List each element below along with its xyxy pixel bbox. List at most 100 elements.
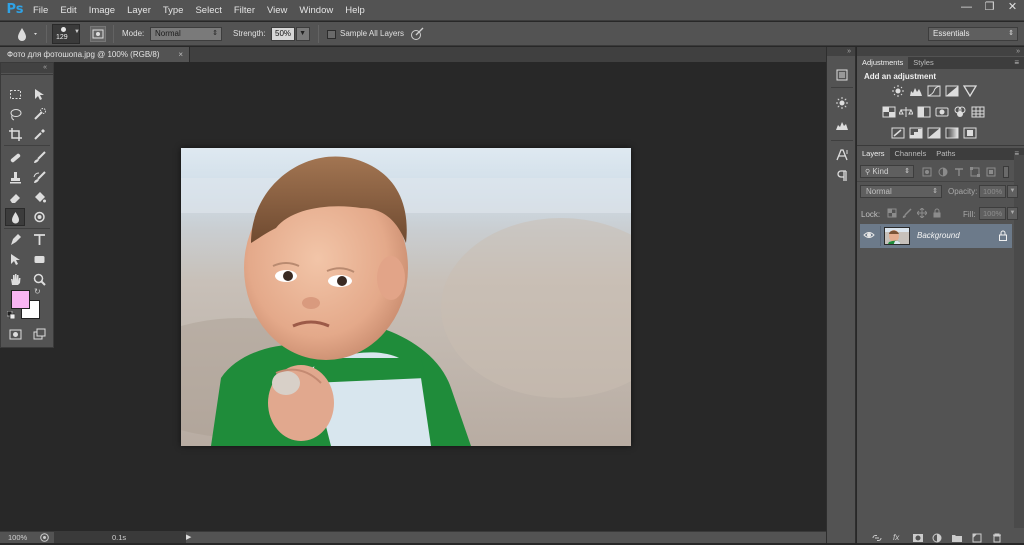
kind-filter-select[interactable]: ⚲ Kind ⇕ (860, 165, 914, 178)
brush-panel-toggle-icon[interactable] (90, 26, 106, 42)
menu-edit[interactable]: Edit (54, 0, 82, 21)
dodge-tool-icon[interactable] (29, 208, 49, 226)
lasso-tool-icon[interactable] (5, 105, 25, 123)
minimize-icon[interactable]: — (955, 0, 978, 15)
sample-all-layers-checkbox[interactable] (327, 30, 336, 39)
brush-preset-picker[interactable]: 129 ▼ (52, 24, 80, 44)
layer-row[interactable]: Background (860, 224, 1012, 248)
posterize-icon[interactable] (909, 127, 923, 139)
document-image[interactable] (181, 148, 631, 446)
rectangle-tool-icon[interactable] (29, 250, 49, 268)
add-mask-icon[interactable] (912, 533, 924, 543)
blend-mode-select[interactable]: Normal ⇕ (860, 185, 942, 198)
channel-mixer-icon[interactable] (953, 106, 967, 118)
link-layers-icon[interactable] (871, 533, 883, 543)
brightness-icon[interactable] (834, 95, 850, 111)
expand-dock-icon[interactable]: » (827, 47, 855, 56)
tool-preset-picker[interactable] (10, 26, 40, 42)
adjustment-layer-filter-icon[interactable] (938, 167, 948, 177)
character-panel-icon[interactable] (834, 147, 850, 163)
swap-colors-icon[interactable]: ↻ (34, 287, 41, 296)
pixel-layer-filter-icon[interactable] (922, 167, 932, 177)
close-window-icon[interactable]: ✕ (1001, 0, 1024, 15)
vibrance-icon[interactable] (962, 85, 978, 98)
smart-object-filter-icon[interactable] (986, 167, 996, 177)
fill-input[interactable]: 100% (979, 207, 1006, 220)
blur-tool-icon[interactable] (5, 208, 25, 226)
zoom-level[interactable]: 100% (8, 532, 27, 543)
color-lookup-icon[interactable] (971, 106, 985, 118)
hand-tool-icon[interactable] (5, 270, 25, 288)
opacity-input[interactable]: 100% (979, 185, 1006, 198)
menu-type[interactable]: Type (157, 0, 190, 21)
lock-transparent-icon[interactable] (887, 208, 897, 218)
fill-slider-toggle[interactable]: ▼ (1007, 207, 1018, 220)
menu-select[interactable]: Select (189, 0, 227, 21)
paragraph-panel-icon[interactable] (834, 168, 850, 184)
move-tool-icon[interactable] (29, 85, 49, 103)
crop-tool-icon[interactable] (5, 125, 25, 143)
selective-color-icon[interactable] (963, 127, 977, 139)
menu-help[interactable]: Help (339, 0, 371, 21)
tab-layers[interactable]: Layers (857, 148, 890, 160)
tab-adjustments[interactable]: Adjustments (857, 57, 909, 69)
path-selection-tool-icon[interactable] (5, 250, 25, 268)
eyedropper-tool-icon[interactable] (29, 125, 49, 143)
collapse-panels-icon[interactable]: » (857, 47, 1024, 56)
screen-mode-icon[interactable] (29, 325, 49, 343)
new-adjustment-layer-icon[interactable] (931, 533, 943, 543)
status-menu-arrow-icon[interactable]: ▶ (186, 532, 191, 543)
lock-position-icon[interactable] (916, 207, 928, 219)
foreground-color-swatch[interactable] (11, 290, 30, 309)
threshold-icon[interactable] (927, 127, 941, 139)
menu-file[interactable]: File (27, 0, 54, 21)
quick-selection-tool-icon[interactable] (29, 105, 49, 123)
marquee-tool-icon[interactable] (5, 85, 25, 103)
menu-layer[interactable]: Layer (121, 0, 157, 21)
histogram-icon[interactable] (834, 117, 850, 133)
type-tool-icon[interactable] (29, 230, 49, 248)
opacity-slider-toggle[interactable]: ▼ (1007, 185, 1018, 198)
menu-view[interactable]: View (261, 0, 293, 21)
photo-filter-icon[interactable] (935, 106, 949, 118)
levels-icon[interactable] (909, 85, 923, 97)
paint-bucket-tool-icon[interactable] (29, 188, 49, 206)
strength-slider-toggle[interactable]: ▼ (296, 27, 310, 41)
document-tab[interactable]: Фото для фотошопа.jpg @ 100% (RGB/8) × (0, 47, 190, 62)
lock-pixels-icon[interactable] (902, 208, 912, 218)
menu-image[interactable]: Image (83, 0, 121, 21)
type-layer-filter-icon[interactable] (954, 167, 964, 177)
eye-icon[interactable] (863, 229, 875, 241)
black-white-icon[interactable] (917, 106, 931, 118)
filter-toggle-switch[interactable] (1003, 166, 1009, 178)
hue-saturation-icon[interactable] (882, 106, 896, 118)
fx-icon[interactable]: fx (893, 533, 905, 543)
clone-stamp-tool-icon[interactable] (5, 168, 25, 186)
pressure-icon[interactable] (410, 27, 425, 41)
gradient-map-icon[interactable] (945, 127, 959, 139)
history-brush-tool-icon[interactable] (29, 168, 49, 186)
curves-icon[interactable] (927, 85, 941, 97)
mode-select[interactable]: Normal ⇕ (150, 27, 222, 41)
zoom-tool-icon[interactable] (29, 270, 49, 288)
history-panel-icon[interactable] (834, 67, 850, 83)
quick-mask-icon[interactable] (5, 325, 25, 343)
new-group-icon[interactable] (951, 533, 963, 543)
exposure-icon[interactable] (945, 85, 959, 97)
collapse-tools-icon[interactable]: « (1, 63, 53, 73)
default-colors-icon[interactable] (6, 310, 16, 320)
restore-icon[interactable]: ❐ (978, 0, 1001, 15)
strength-input[interactable]: 50% (271, 27, 295, 41)
tab-paths[interactable]: Paths (931, 148, 960, 160)
panel-menu-icon[interactable]: ≡ (1014, 57, 1019, 69)
menu-window[interactable]: Window (293, 0, 339, 21)
shape-layer-filter-icon[interactable] (970, 167, 980, 177)
lock-all-icon[interactable] (932, 208, 942, 218)
menu-filter[interactable]: Filter (228, 0, 261, 21)
pen-tool-icon[interactable] (5, 230, 25, 248)
healing-brush-tool-icon[interactable] (5, 148, 25, 166)
brightness-contrast-icon[interactable] (891, 85, 905, 97)
color-balance-icon[interactable] (898, 106, 914, 118)
eraser-tool-icon[interactable] (5, 188, 25, 206)
brush-tool-icon[interactable] (29, 148, 49, 166)
